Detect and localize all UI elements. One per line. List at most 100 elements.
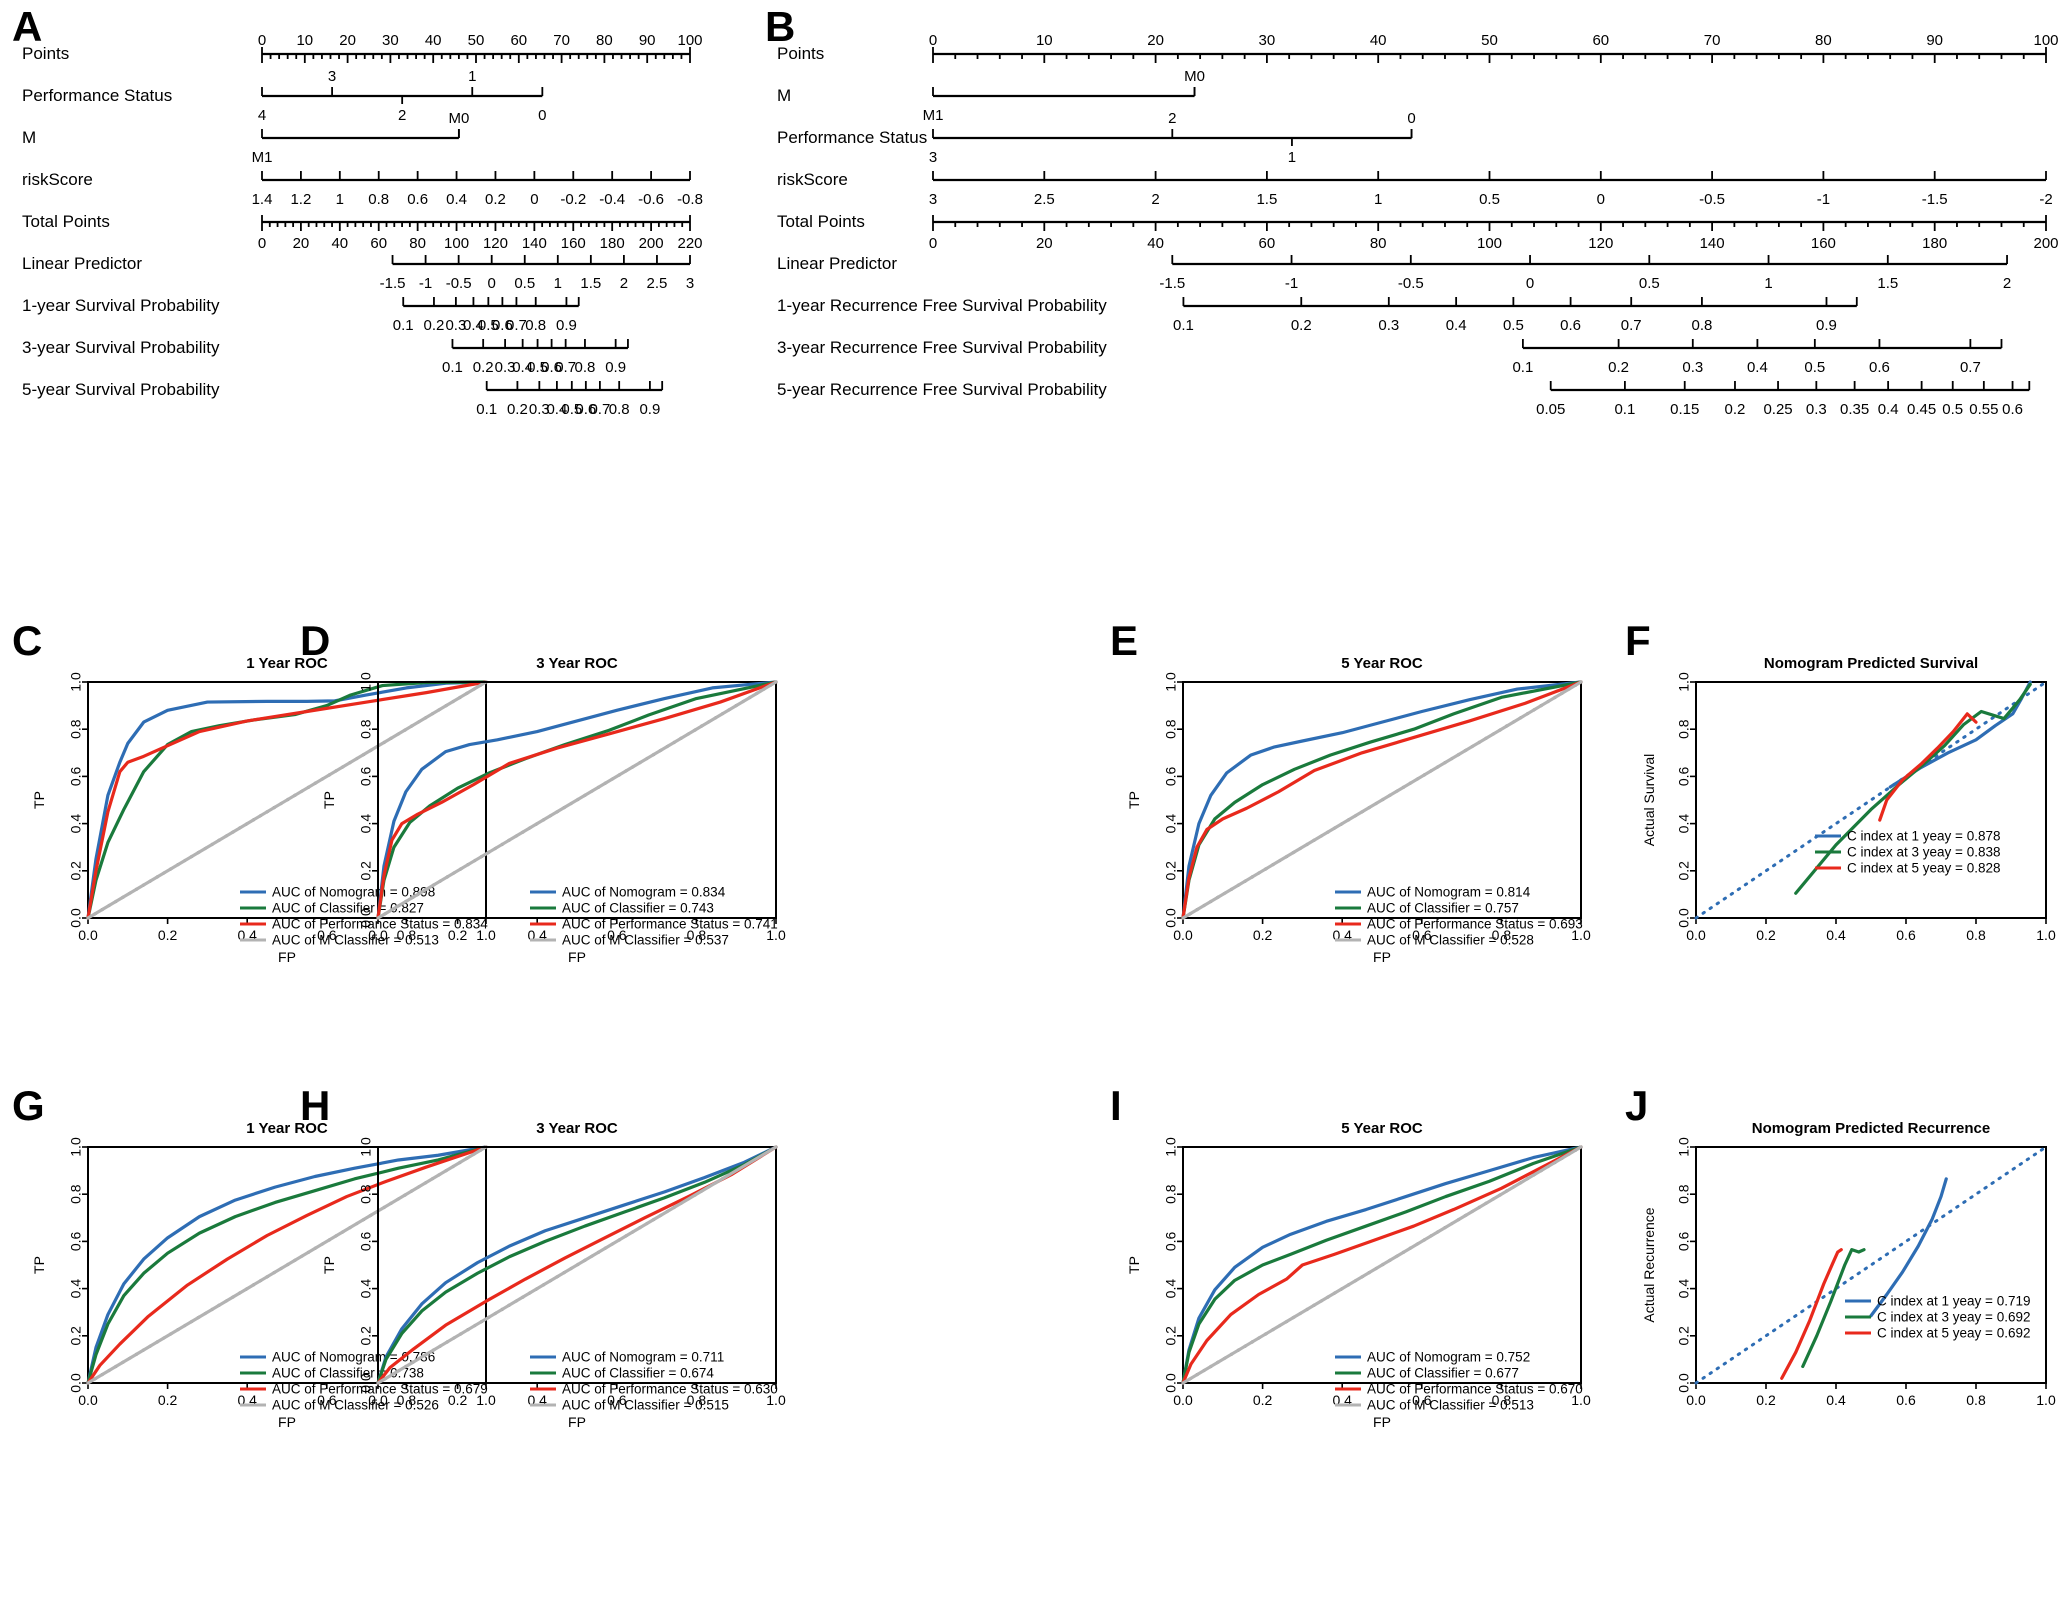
axis-tick-label: 30 (1259, 32, 1276, 49)
axis-tick-label: 40 (331, 235, 348, 252)
axis-tick-label: 180 (1922, 235, 1947, 252)
y-tick-label: 1.0 (68, 672, 84, 692)
axis-tick-label: 3 (328, 68, 336, 85)
y-tick-label: 0.8 (68, 1184, 84, 1204)
nomogram-a: Points 0 10 20 30 40 50 60 70 80 90 100 Performance … (0, 20, 740, 418)
axis-tick-label: 0.5 (1942, 401, 1963, 418)
axis-tick-label: -1.5 (1922, 191, 1948, 208)
axis-tick-label: 0.7 (1621, 317, 1642, 334)
y-tick-label: 1.0 (358, 672, 374, 692)
axis-tick-label: 0.2 (1756, 927, 1776, 943)
y-tick-label: 0.6 (358, 766, 374, 786)
y-tick-label: 0.4 (1163, 1279, 1179, 1299)
y-tick-label: 0.8 (1676, 719, 1692, 739)
plot-title: 5 Year ROC (1341, 655, 1423, 672)
axis-tick-label: 0.2 (473, 359, 494, 376)
y-tick-label: 0.0 (68, 1373, 84, 1393)
axis-tick-label: 0 (258, 235, 266, 252)
axis-tick-label: 80 (1370, 235, 1387, 252)
axis-tick-label: 0.6 (1896, 927, 1916, 943)
y-tick-label: 1.0 (1163, 672, 1179, 692)
y-tick-label: 0.6 (1163, 1231, 1179, 1251)
axis-tick-label: 0.0 (78, 1392, 98, 1408)
axis-tick-label: 0.7 (555, 359, 576, 376)
y-tick-label: 0.2 (1163, 861, 1179, 881)
axis-tick-label: 0.0 (368, 1392, 388, 1408)
axis-tick-label: 1.0 (2036, 1392, 2056, 1408)
nomogram-row-label: Linear Predictor (777, 254, 897, 273)
plot-h: 3 Year ROC 0.0 0.0 0.2 0.2 0.4 0.4 0.6 0.6 0.8 0.8… (320, 1105, 790, 1435)
axis-tick-label: 0.2 (1253, 1392, 1273, 1408)
axis-tick-label: 140 (522, 235, 547, 252)
axis-tick-label: 0 (929, 32, 937, 49)
axis-tick-label: 2.5 (1034, 191, 1055, 208)
axis-tick-label: 1.0 (2036, 927, 2056, 943)
axis-tick-label: M1 (252, 149, 273, 166)
legend-label: AUC of M Classifier = 0.528 (1367, 933, 1534, 948)
nomogram-row-label: 1-year Survival Probability (22, 296, 220, 315)
axis-tick-label: 0.15 (1670, 401, 1699, 418)
plot-title: Nomogram Predicted Recurrence (1752, 1120, 1990, 1137)
axis-tick-label: 0.4 (1826, 927, 1846, 943)
y-tick-label: 0.4 (1163, 814, 1179, 834)
axis-tick-label: -1 (1817, 191, 1830, 208)
axis-tick-label: 0.2 (485, 191, 506, 208)
axis-tick-label: 160 (1811, 235, 1836, 252)
nomogram-row-label: Total Points (22, 212, 110, 231)
axis-tick-label: 0.2 (448, 1392, 468, 1408)
legend-label: AUC of Nomogram = 0.711 (562, 1350, 724, 1365)
plot-title: Nomogram Predicted Survival (1764, 655, 1978, 672)
axis-tick-label: 1.2 (290, 191, 311, 208)
y-tick-label: 1.0 (1676, 1137, 1692, 1157)
axis-tick-label: 2 (1151, 191, 1159, 208)
axis-tick-label: 0.4 (1878, 401, 1899, 418)
axis-tick-label: 180 (600, 235, 625, 252)
axis-tick-label: 200 (2033, 235, 2058, 252)
axis-tick-label: 0 (1407, 110, 1415, 127)
axis-tick-label: 0.8 (1966, 1392, 1986, 1408)
axis-tick-label: 2 (2003, 275, 2011, 292)
axis-tick-label: 0.2 (1608, 359, 1629, 376)
legend-label: AUC of Nomogram = 0.834 (562, 885, 726, 900)
axis-tick-label: 50 (468, 32, 485, 49)
axis-tick-label: 140 (1700, 235, 1725, 252)
legend-label: AUC of Performance Status = 0.693 (1367, 917, 1583, 932)
y-tick-label: 0.2 (1163, 1326, 1179, 1346)
plot-d: 3 Year ROC 0.0 0.0 0.2 0.2 0.4 0.4 0.6 0.6 0.8 0.8… (320, 640, 790, 970)
y-tick-label: 0.0 (358, 908, 374, 928)
axis-tick-label: M0 (1184, 68, 1205, 85)
nomogram-row-label: Total Points (777, 212, 865, 231)
axis-tick-label: 10 (1036, 32, 1053, 49)
y-tick-label: 0.2 (68, 1326, 84, 1346)
axis-tick-label: 0.2 (1725, 401, 1746, 418)
axis-tick-label: 0.2 (1291, 317, 1312, 334)
legend-label: AUC of Classifier = 0.674 (562, 1366, 714, 1381)
nomogram-row-label: riskScore (777, 170, 848, 189)
axis-tick-label: 0.6 (1896, 1392, 1916, 1408)
axis-tick-label: 0.4 (1446, 317, 1467, 334)
axis-tick-label: 0.2 (448, 927, 468, 943)
axis-tick-label: 2 (398, 107, 406, 124)
nomogram-row-label: Linear Predictor (22, 254, 142, 273)
legend-label: AUC of Classifier = 0.757 (1367, 901, 1519, 916)
axis-tick-label: 40 (1147, 235, 1164, 252)
axis-tick-label: 0.3 (1806, 401, 1827, 418)
axis-tick-label: 0.0 (78, 927, 98, 943)
axis-tick-label: 100 (444, 235, 469, 252)
nomogram-row-label: 5-year Survival Probability (22, 380, 220, 399)
y-tick-label: 0.4 (1676, 814, 1692, 834)
y-tick-label: 0.0 (1676, 1373, 1692, 1393)
y-tick-label: 0.4 (358, 1279, 374, 1299)
x-axis-label: FP (278, 949, 296, 965)
axis-tick-label: 0.2 (158, 927, 178, 943)
plot-j: Nomogram Predicted Recurrence 0.0 0.0 0.2 0.… (1640, 1105, 2060, 1435)
axis-tick-label: 0.5 (1804, 359, 1825, 376)
axis-tick-label: 30 (382, 32, 399, 49)
plot-title: 3 Year ROC (536, 1120, 618, 1137)
axis-tick-label: 0.8 (368, 191, 389, 208)
legend-label: AUC of Nomogram = 0.752 (1367, 1350, 1530, 1365)
nomogram-row-label: riskScore (22, 170, 93, 189)
y-tick-label: 0.6 (358, 1231, 374, 1251)
axis-tick-label: 0.9 (605, 359, 626, 376)
axis-tick-label: -0.4 (599, 191, 625, 208)
